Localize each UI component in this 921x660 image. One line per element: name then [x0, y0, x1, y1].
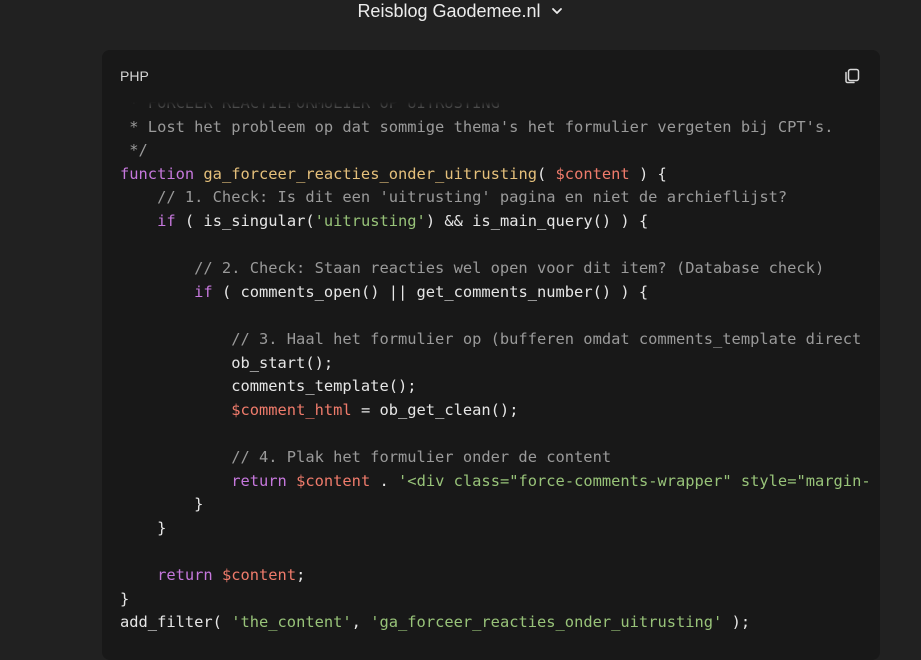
code-language-label: PHP [120, 68, 149, 84]
code-token: ); [722, 613, 751, 632]
code-token: $content [221, 566, 297, 584]
code-top-fade [102, 102, 880, 116]
code-token: comments_template(); [120, 377, 417, 396]
code-token: function [120, 164, 204, 183]
code-line: } [120, 517, 166, 541]
code-line: // 2. Check: Staan reacties wel open voo… [120, 257, 824, 281]
project-title: Reisblog Gaodemee.nl [357, 0, 541, 21]
code-token: } [120, 495, 204, 514]
code-line: $comment_html = ob_get_clean(); [120, 399, 518, 423]
code-token: return [157, 566, 222, 584]
code-token: ob_start(); [120, 353, 334, 372]
code-block-header: PHP [102, 50, 880, 102]
code-line: add_filter( 'the_content', 'ga_forceer_r… [120, 611, 750, 635]
code-token: 'the_content' [231, 613, 352, 632]
code-line: // 3. Haal het formulier op (bufferen om… [120, 328, 861, 352]
code-line: } [120, 588, 129, 612]
code-token: */ [120, 141, 148, 160]
code-token: $content [555, 164, 630, 183]
code-token: } [120, 518, 167, 537]
copy-icon [845, 68, 860, 84]
code-token: if [194, 282, 213, 301]
code-line: } [120, 493, 203, 517]
code-token: $comment_html [231, 400, 352, 419]
code-token: // 2. Check: Staan reacties wel open voo… [120, 259, 825, 278]
code-token: 'uitrusting' [314, 212, 426, 230]
code-line: ob_start(); [120, 352, 333, 376]
code-token: ; [296, 566, 306, 584]
code-token: } [120, 589, 130, 608]
code-token: ( [536, 164, 556, 183]
code-token: // 4. Plak het formulier onder de conten… [120, 448, 612, 466]
code-token: , [351, 613, 371, 632]
code-content[interactable]: * FORCEER REACTIEFORMULIER OP UITRUSTING… [120, 92, 880, 660]
code-token: if [157, 212, 176, 230]
code-token: ( comments_open() || get_comments_number… [212, 282, 649, 301]
code-block: PHP * FORCEER REACTIEFORMULIER OP UITRUS… [102, 50, 880, 660]
code-token: add_filter( [120, 613, 232, 632]
code-token: $content [296, 471, 371, 490]
code-line: return $content; [120, 564, 305, 588]
chevron-down-icon [551, 8, 562, 14]
top-bar: Reisblog Gaodemee.nl [0, 0, 921, 40]
code-token: '<div class="force-comments-wrapper" sty… [398, 471, 871, 490]
project-title-button[interactable]: Reisblog Gaodemee.nl [357, 1, 563, 40]
code-line: // 4. Plak het formulier onder de conten… [120, 446, 611, 470]
code-token: * Lost het probleem op dat sommige thema… [120, 117, 834, 136]
code-token: ga_forceer_reacties_onder_uitrusting [203, 164, 537, 183]
code-token: ( is_singular( [175, 212, 315, 230]
code-line: * Lost het probleem op dat sommige thema… [120, 116, 833, 140]
code-token: = ob_get_clean(); [351, 400, 519, 419]
code-line: comments_template(); [120, 375, 417, 399]
code-token: // 3. Haal het formulier op (bufferen om… [120, 330, 862, 348]
code-line: function ga_forceer_reacties_onder_uitru… [120, 163, 667, 187]
code-line: return $content . '<div class="force-com… [120, 470, 871, 494]
code-token: 'ga_forceer_reacties_onder_uitrusting' [370, 613, 723, 632]
code-token: return [231, 471, 297, 490]
code-token: ) { [629, 164, 667, 183]
copy-code-button[interactable] [842, 66, 862, 86]
code-line: // 1. Check: Is dit een 'uitrusting' pag… [120, 186, 787, 210]
code-token: // 1. Check: Is dit een 'uitrusting' pag… [120, 188, 788, 207]
code-line: if ( comments_open() || get_comments_num… [120, 281, 648, 305]
code-line: if ( is_singular('uitrusting') && is_mai… [120, 210, 648, 234]
code-line: */ [120, 139, 148, 163]
code-token: ) && is_main_query() ) { [425, 212, 649, 230]
code-token: . [370, 471, 399, 490]
